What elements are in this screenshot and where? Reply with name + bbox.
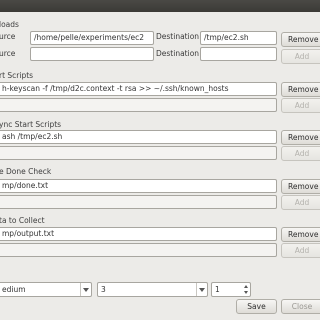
new-done-check-input[interactable] [0,195,277,209]
spin-input[interactable]: 1 [211,282,251,297]
new-collect-input[interactable] [0,243,277,257]
async-scripts-section-label: ync Start Scripts [0,120,62,129]
start-scripts-section-label: rt Scripts [0,71,34,80]
save-button[interactable]: Save [236,299,277,314]
count-value: 3 [101,285,106,294]
new-async-script-input[interactable] [0,146,277,160]
close-button[interactable]: Close [281,299,320,314]
upload-remove-button[interactable]: Remove [281,32,320,47]
new-upload-source-label: urce [0,49,16,58]
upload-source-input[interactable]: /home/pelle/experiments/ec2 [30,31,154,45]
done-check-input[interactable]: mp/done.txt [0,179,277,193]
done-check-remove-button[interactable]: Remove [281,179,320,194]
collect-input[interactable]: mp/output.txt [0,227,277,241]
uploads-section-label: loads [0,20,19,29]
async-script-input[interactable]: ash /tmp/ec2.sh [0,130,277,144]
spin-value: 1 [215,285,220,294]
done-check-section-label: e Done Check [0,167,52,176]
spin-arrows-icon[interactable] [241,283,250,296]
async-script-add-button[interactable]: Add [281,146,320,161]
new-upload-source-input[interactable] [30,47,154,61]
window-titlebar [0,0,320,12]
chevron-down-icon [196,283,207,296]
new-start-script-input[interactable] [0,98,277,112]
done-check-add-button[interactable]: Add [281,195,320,210]
start-script-input[interactable]: h-keyscan -f /tmp/d2c.context -t rsa >> … [0,82,277,96]
instance-size-value: edium [2,285,26,294]
upload-destination-input[interactable]: /tmp/ec2.sh [200,31,277,45]
async-script-remove-button[interactable]: Remove [281,130,320,145]
new-upload-destination-input[interactable] [200,47,277,61]
new-upload-destination-label: Destination [156,49,200,58]
collect-section-label: ta to Collect [0,216,45,225]
upload-add-button[interactable]: Add [281,49,320,64]
start-script-remove-button[interactable]: Remove [281,82,320,97]
collect-add-button[interactable]: Add [281,243,320,258]
chevron-down-icon [80,283,91,296]
instance-size-select[interactable]: edium [0,282,92,297]
count-select[interactable]: 3 [97,282,208,297]
upload-source-label: urce [0,32,16,41]
collect-remove-button[interactable]: Remove [281,227,320,242]
start-script-add-button[interactable]: Add [281,98,320,113]
upload-destination-label: Destination [156,32,200,41]
